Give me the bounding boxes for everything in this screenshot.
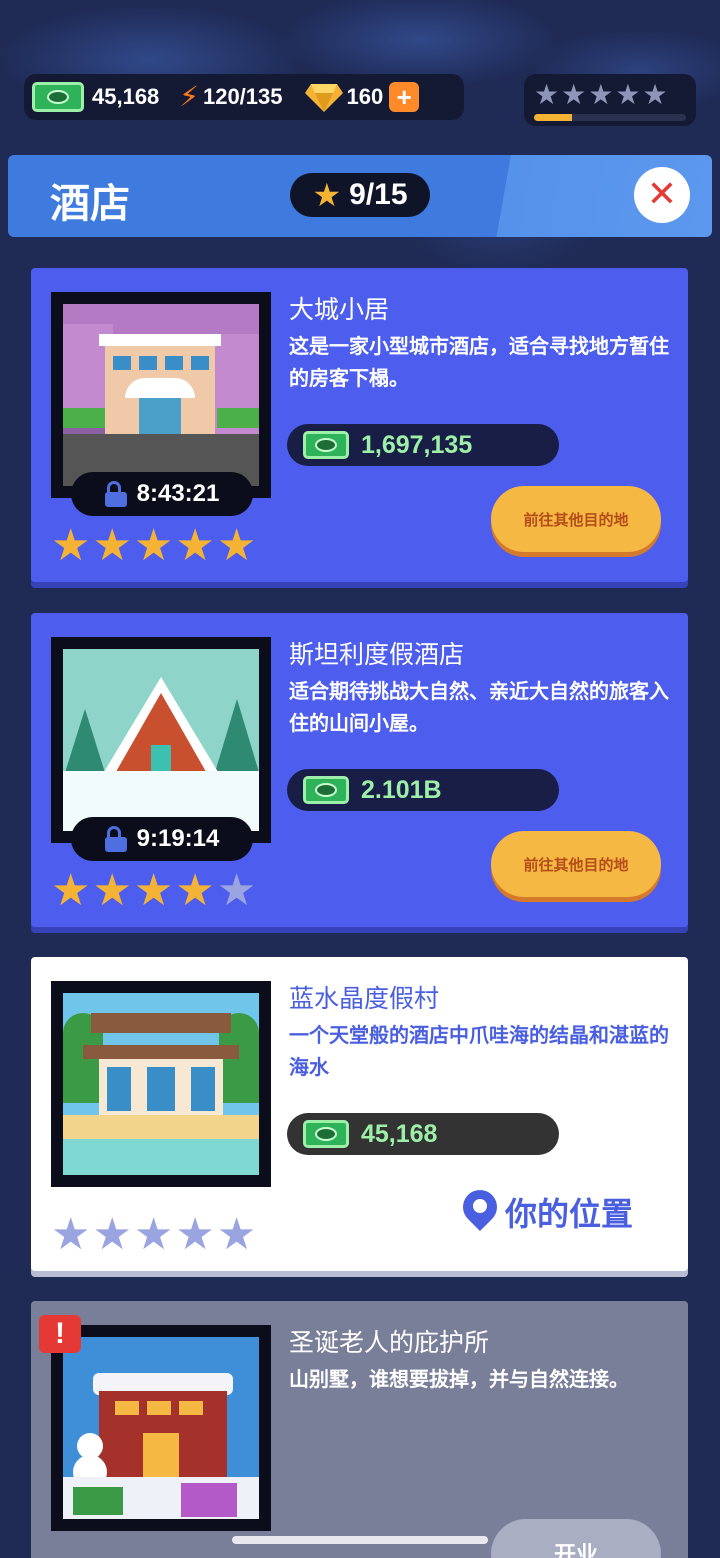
star-icon: ★ [175,520,215,571]
unlock-timer: 9:19:14 [71,817,253,861]
hotel-name: 蓝水晶度假村 [289,984,440,1013]
star-icon: ★ [51,865,91,916]
timer-text: 9:19:14 [136,825,220,852]
hotel-price: 45,168 [287,1113,559,1155]
cash-icon [32,82,84,112]
rating-progress-bar [534,114,686,121]
alert-icon: ! [39,1315,81,1353]
timer-text: 8:43:21 [136,480,220,507]
price-text: 45,168 [361,1119,438,1148]
go-to-destination-button[interactable]: 前往其他目的地 [491,486,661,552]
add-gems-button[interactable]: + [389,82,420,112]
star-icon: ★ [92,1209,132,1260]
hotel-card-locked: ! 圣诞老人的庇护所 山别墅，谁想要拔掉，并与自然连接。 开业 [31,1301,688,1558]
star-icon: ★ [133,520,174,571]
star-icon: ★ [92,520,132,571]
hotel-image [51,292,271,498]
star-icon: ★ [175,1209,215,1260]
location-pin-icon [455,1182,505,1234]
star-icon: ★ [51,1209,91,1260]
hotel-card: 8:43:21 ★ ★ ★ ★ ★ 大城小居 这是一家小型城市酒店，适合寻找地方… [31,268,688,582]
hotel-price: 2.101B [287,769,559,811]
lock-icon [104,826,127,852]
hotel-image [51,637,271,843]
hotel-stars: ★ ★ ★ ★ ★ [51,867,256,915]
star-icon: ★ [642,78,668,111]
close-button[interactable]: ✕ [634,167,690,223]
star-icon: ★ [216,1209,257,1260]
star-progress: ★ 9/15 [290,173,430,217]
hotel-price: 1,697,135 [287,424,559,466]
player-rating[interactable]: ★ ★ ★ ★ ★ [524,74,696,126]
hotel-description: 适合期待挑战大自然、亲近大自然的旅客入住的山间小屋。 [289,679,669,735]
hotel-stars: ★ ★ ★ ★ ★ [51,522,256,570]
star-icon: ★ [51,520,91,571]
open-hotel-button[interactable]: 开业 [491,1519,661,1558]
your-location-label: 你的位置 [505,1195,634,1233]
hotel-description: 山别墅，谁想要拔掉，并与自然连接。 [289,1367,629,1391]
cash-value: 45,168 [92,84,160,109]
page-title: 酒店 [50,181,130,227]
star-icon: ★ [133,865,174,916]
resource-bar: 45,168 ⚡ 120/135 160 + [24,74,464,120]
cash-icon [303,431,349,459]
hotel-name: 圣诞老人的庇护所 [289,1328,490,1357]
star-icon: ★ [216,520,257,571]
hotel-image [51,981,271,1187]
hotel-name: 大城小居 [289,295,390,324]
star-icon: ★ [312,176,342,214]
hotel-name: 斯坦利度假酒店 [289,640,465,669]
your-location-indicator: 你的位置 [455,1182,634,1235]
star-icon: ★ [133,1209,174,1260]
unlock-timer: 8:43:21 [71,472,253,516]
energy-value: 120/135 [202,84,283,109]
close-icon: ✕ [646,174,678,215]
star-progress-text: 9/15 [349,178,408,211]
star-icon: ★ [175,865,215,916]
rating-progress-fill [534,114,572,121]
lock-icon [104,481,127,507]
bolt-icon: ⚡ [179,80,199,113]
gem-icon [304,82,343,112]
price-text: 1,697,135 [361,430,473,459]
hotel-description: 这是一家小型城市酒店，适合寻找地方暂住的房客下榻。 [289,334,669,390]
hotel-description: 一个天堂般的酒店中爪哇海的结晶和湛蓝的海水 [289,1023,669,1079]
hotel-image [51,1325,271,1531]
cash-icon [303,776,349,804]
star-icon: ★ [534,78,560,111]
plus-icon: + [396,82,412,112]
go-to-destination-button[interactable]: 前往其他目的地 [491,831,661,897]
star-icon: ★ [588,78,614,111]
star-icon: ★ [216,865,257,916]
hotels-header: 酒店 ★ 9/15 ✕ [8,155,712,237]
hotel-card-current: ★ ★ ★ ★ ★ 蓝水晶度假村 一个天堂般的酒店中爪哇海的结晶和湛蓝的海水 4… [31,957,688,1271]
star-icon: ★ [561,78,587,111]
hotel-card: 9:19:14 ★ ★ ★ ★ ★ 斯坦利度假酒店 适合期待挑战大自然、亲近大自… [31,613,688,927]
world-map-background [0,0,720,300]
cash-icon [303,1120,349,1148]
hotel-stars: ★ ★ ★ ★ ★ [51,1211,256,1259]
star-icon: ★ [615,78,641,111]
star-icon: ★ [92,865,132,916]
gems-value: 160 [346,84,384,109]
home-indicator[interactable] [232,1536,488,1544]
rating-stars: ★ ★ ★ ★ ★ [534,80,686,110]
price-text: 2.101B [361,775,442,804]
